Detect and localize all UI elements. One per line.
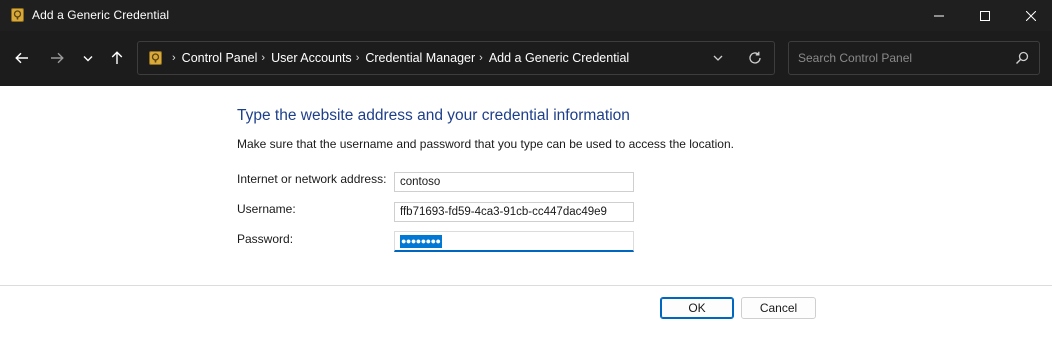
chevron-right-icon[interactable]: › (261, 52, 265, 64)
breadcrumb-control-panel[interactable]: Control Panel (182, 51, 258, 65)
credential-form: Type the website address and your creden… (0, 86, 1052, 286)
address-bar[interactable]: › Control Panel › User Accounts › Creden… (137, 41, 775, 75)
chevron-right-icon[interactable]: › (356, 52, 360, 64)
arrow-left-icon (15, 52, 28, 64)
address-label: Internet or network address: (237, 172, 387, 186)
close-button[interactable] (1008, 0, 1052, 31)
username-label: Username: (237, 202, 296, 216)
ok-button[interactable]: OK (660, 297, 734, 319)
breadcrumb-user-accounts[interactable]: User Accounts (271, 51, 352, 65)
refresh-icon[interactable] (747, 50, 763, 66)
recent-locations-button[interactable] (74, 44, 102, 72)
maximize-button[interactable] (962, 0, 1008, 31)
search-input[interactable]: Search Control Panel (798, 51, 912, 65)
up-button[interactable] (103, 44, 131, 72)
navigation-bar: › Control Panel › User Accounts › Creden… (0, 31, 1052, 86)
breadcrumb-credential-manager[interactable]: Credential Manager (365, 51, 475, 65)
chevron-right-icon[interactable]: › (479, 52, 483, 64)
cancel-button[interactable]: Cancel (741, 297, 816, 319)
instructions-text: Make sure that the username and password… (237, 137, 734, 151)
address-dropdown-icon[interactable] (711, 51, 725, 65)
back-button[interactable] (8, 44, 36, 72)
username-field[interactable]: ffb71693-fd59-4ca3-91cb-cc447dac49e9 (394, 202, 634, 222)
password-field[interactable]: ●●●●●●●● (394, 231, 634, 252)
window-title: Add a Generic Credential (32, 8, 170, 22)
control-panel-icon (149, 51, 162, 65)
breadcrumb: › Control Panel › User Accounts › Creden… (168, 42, 629, 74)
footer-divider (0, 285, 1052, 286)
breadcrumb-add-generic-credential[interactable]: Add a Generic Credential (489, 51, 629, 65)
minimize-button[interactable] (916, 0, 962, 31)
minimize-icon (934, 15, 944, 16)
credential-window: Add a Generic Credential › Control Panel… (0, 0, 1052, 340)
close-icon (1026, 10, 1036, 21)
password-label: Password: (237, 232, 294, 246)
title-bar: Add a Generic Credential (0, 0, 1052, 31)
credential-manager-icon (11, 8, 24, 22)
search-box[interactable]: Search Control Panel (788, 41, 1040, 75)
page-title: Type the website address and your creden… (237, 107, 630, 124)
search-icon[interactable] (1015, 51, 1029, 65)
arrow-up-icon (111, 51, 123, 64)
arrow-right-icon (51, 52, 64, 64)
forward-button[interactable] (43, 44, 71, 72)
chevron-right-icon[interactable]: › (172, 52, 176, 64)
address-field[interactable]: contoso (394, 172, 634, 192)
maximize-icon (980, 10, 990, 21)
password-masked-value: ●●●●●●●● (400, 235, 442, 248)
chevron-down-icon (83, 55, 93, 61)
